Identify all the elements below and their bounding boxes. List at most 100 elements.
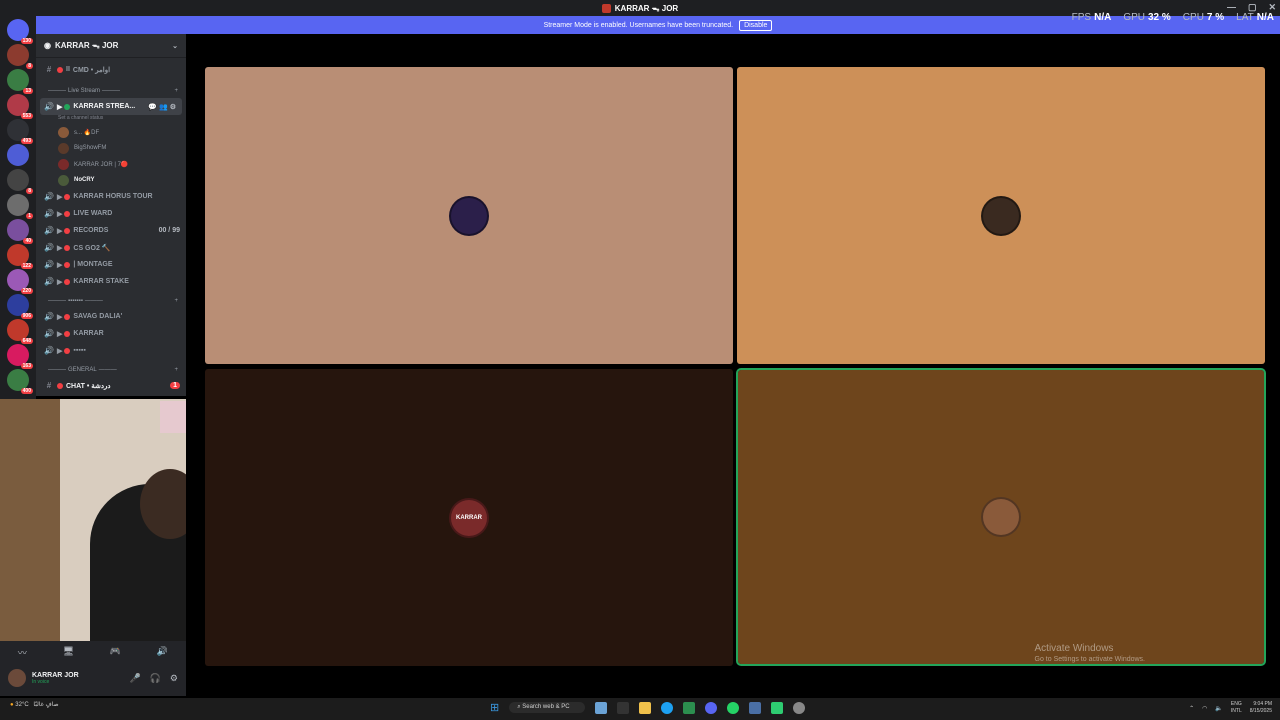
- weather-temp: 32°C: [15, 702, 29, 708]
- channel-actions[interactable]: 💬 👥 ⚙: [148, 103, 176, 111]
- voice-channel[interactable]: 🔊 ▶ RECORDS 00 / 99: [36, 222, 186, 239]
- voice-channel[interactable]: 🔊 ▶ LIVE WARD: [36, 205, 186, 222]
- server-icon[interactable]: 8: [7, 169, 33, 194]
- app-icon: [601, 3, 611, 13]
- stat-gpu: GPU 32 %: [1123, 12, 1171, 23]
- voice-stage: KARRAR: [186, 34, 1280, 696]
- server-icon[interactable]: 122: [7, 244, 33, 269]
- folder-icon[interactable]: [639, 701, 652, 714]
- voice-channel[interactable]: 🔊 ▶ KARRAR: [36, 325, 186, 342]
- chevron-down-icon[interactable]: ⌄: [172, 42, 178, 50]
- server-icon[interactable]: 163: [7, 344, 33, 369]
- avatar: [58, 158, 69, 170]
- channel-label: ▪▪▪▪▪: [73, 347, 86, 354]
- windows-start-icon[interactable]: ⊞: [490, 701, 499, 714]
- channel-status[interactable]: Set a channel status: [36, 115, 186, 124]
- chevron-up-icon[interactable]: ⌃: [1189, 705, 1194, 712]
- server-icon[interactable]: 130: [7, 19, 33, 44]
- soundboard-icon[interactable]: 🔊: [157, 646, 168, 663]
- server-icon[interactable]: 906: [7, 294, 33, 319]
- gear-icon[interactable]: ⚙: [170, 673, 178, 684]
- voice-user[interactable]: s... 🔥DF: [36, 124, 186, 140]
- weather-widget[interactable]: ● 32°C صافٍ غالبًا: [10, 701, 59, 708]
- caret-icon: ▶: [57, 244, 63, 252]
- volume-icon[interactable]: 🔈: [1215, 705, 1222, 712]
- channel-sidebar: ◉ KARRAR ᯓ JOR ⌄ # II CMD • اوامر ——— Li…: [36, 34, 186, 396]
- voice-channel[interactable]: 🔊 ▶ ▪▪▪▪▪: [36, 342, 186, 359]
- red-dot-icon: [64, 261, 71, 268]
- participant-tile[interactable]: KARRAR: [205, 369, 733, 666]
- app-icon[interactable]: [595, 701, 608, 714]
- server-icon[interactable]: 40: [7, 219, 33, 244]
- guild-header[interactable]: ◉ KARRAR ᯓ JOR ⌄: [36, 34, 186, 58]
- server-icon[interactable]: [7, 144, 29, 166]
- server-icon[interactable]: 1: [7, 194, 33, 219]
- taskbar-apps: ⊞ ⌕ Search web & PC: [490, 701, 806, 714]
- speaker-icon: 🔊: [44, 312, 54, 321]
- category-2[interactable]: ——— ▪▪▪▪▪▪▪ ——— +: [36, 294, 186, 308]
- clock[interactable]: 9:04 PM 8/15/2025: [1250, 701, 1272, 715]
- watermark-subtitle: Go to Settings to activate Windows.: [1034, 656, 1146, 663]
- language-indicator[interactable]: ENG INTL: [1231, 701, 1242, 715]
- app-icon[interactable]: [771, 701, 784, 714]
- server-icon[interactable]: 13: [7, 69, 33, 94]
- noise-icon[interactable]: 〰: [18, 646, 27, 663]
- screen-share-icon[interactable]: 🖥: [63, 646, 74, 663]
- add-channel-icon[interactable]: +: [174, 298, 178, 304]
- voice-user[interactable]: KARRAR JOR | 7🔴: [36, 156, 186, 172]
- wifi-icon[interactable]: ◠: [1202, 705, 1207, 712]
- voice-channel[interactable]: 🔊 ▶ CS GO2 🔨: [36, 239, 186, 256]
- voice-channel[interactable]: 🔊 ▶ SAVAG DALIA': [36, 308, 186, 325]
- channel-label: CS GO2 🔨: [73, 244, 111, 252]
- server-icon[interactable]: 220: [7, 269, 33, 294]
- channel-label: SAVAG DALIA': [73, 313, 123, 320]
- mention-badge: 400: [20, 388, 33, 394]
- webcam-door: [0, 399, 60, 641]
- gear-icon[interactable]: [793, 701, 806, 714]
- system-tray: ⌃ ◠ 🔈 ENG INTL 9:04 PM 8/15/2025: [1189, 701, 1272, 715]
- participant-avatar: [449, 195, 489, 236]
- activity-icon[interactable]: 🎮: [110, 646, 121, 663]
- channel-active-voice[interactable]: 🔊 ▶ KARRAR STREA... 💬 👥 ⚙: [40, 98, 182, 115]
- app-icon[interactable]: [683, 701, 696, 714]
- voice-user[interactable]: NoCRY: [36, 172, 186, 188]
- app-icon[interactable]: [617, 701, 630, 714]
- microphone-icon[interactable]: 🎤: [129, 673, 140, 684]
- participant-tile[interactable]: [205, 67, 733, 364]
- whatsapp-icon[interactable]: [727, 701, 740, 714]
- disable-button[interactable]: Disable: [739, 19, 773, 31]
- participant-tile[interactable]: [737, 67, 1265, 364]
- red-dot-icon: [64, 278, 71, 285]
- server-icon[interactable]: 553: [7, 94, 33, 119]
- voice-channel[interactable]: 🔊 ▶ KARRAR HORUS TOUR: [36, 188, 186, 205]
- category-live-stream[interactable]: ——— Live Stream ——— +: [36, 84, 186, 98]
- hash-icon: #: [46, 65, 52, 74]
- voice-channel[interactable]: 🔊 ▶ KARRAR STAKE: [36, 273, 186, 290]
- category-general[interactable]: ——— GENERAL ——— +: [36, 363, 186, 377]
- search-box[interactable]: ⌕ Search web & PC: [509, 702, 586, 713]
- guild-name: KARRAR ᯓ JOR: [54, 41, 119, 50]
- add-channel-icon[interactable]: +: [174, 367, 178, 373]
- channel-cmd[interactable]: # II CMD • اوامر: [36, 61, 186, 78]
- server-icon[interactable]: 648: [7, 319, 33, 344]
- mention-badge: 8: [26, 188, 33, 194]
- discord-icon[interactable]: [705, 701, 718, 714]
- voice-channel[interactable]: 🔊 ▶ | MONTAGE: [36, 256, 186, 273]
- voice-user[interactable]: BigShowFM: [36, 140, 186, 156]
- caret-icon: ▶: [57, 210, 63, 218]
- server-icon[interactable]: 493: [7, 119, 33, 144]
- caret-icon: ▶: [57, 313, 63, 321]
- unread-badge: 1: [170, 382, 180, 389]
- avatar: [58, 142, 69, 154]
- headphones-icon[interactable]: 🎧: [150, 673, 161, 684]
- participant-tile-speaking[interactable]: [736, 368, 1266, 666]
- channel-label: LIVE WARD: [73, 210, 113, 217]
- browser-icon[interactable]: [661, 701, 674, 714]
- app-icon[interactable]: [749, 701, 762, 714]
- add-channel-icon[interactable]: +: [174, 88, 178, 94]
- server-icon[interactable]: 8: [7, 44, 33, 69]
- activate-windows-watermark: Activate Windows Go to Settings to activ…: [1035, 643, 1146, 663]
- channel-chat[interactable]: # CHAT • دردشة 1: [36, 377, 186, 394]
- server-icon[interactable]: 400: [7, 369, 33, 394]
- avatar[interactable]: [8, 669, 26, 687]
